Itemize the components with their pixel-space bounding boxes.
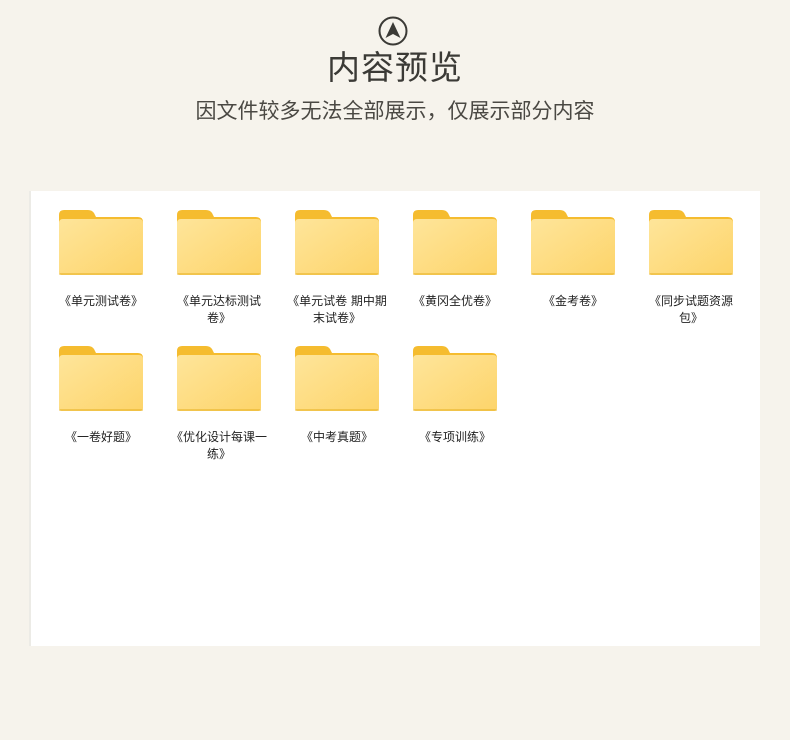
folder-icon[interactable] — [530, 209, 616, 277]
folder-label: 《金考卷》 — [542, 294, 603, 308]
folder-label: 《优化设计每课一练》 — [170, 430, 267, 461]
folder-icon[interactable] — [58, 345, 144, 413]
page-title: 内容预览 — [327, 48, 463, 87]
folder-item[interactable]: 《单元达标测试卷》 — [164, 209, 282, 345]
folder-label: 《单元测试卷》 — [58, 294, 143, 308]
folder-item[interactable]: 《金考卷》 — [518, 209, 636, 345]
folder-label: 《同步试题资源包》 — [648, 294, 733, 325]
folder-label: 《单元试卷 期中期末试卷》 — [287, 294, 387, 325]
up-arrow-circle-icon[interactable] — [378, 16, 408, 46]
folder-grid: 《单元测试卷》 《单元达标测试卷》 《单元试卷 期中期末试卷》 《黄冈全优卷》 … — [46, 209, 754, 481]
folder-item[interactable]: 《专项训练》 — [400, 345, 518, 481]
folder-label: 《单元达标测试卷》 — [176, 294, 261, 325]
folder-item[interactable]: 《黄冈全优卷》 — [400, 209, 518, 345]
folder-item[interactable]: 《中考真题》 — [282, 345, 400, 481]
folder-label: 《黄冈全优卷》 — [412, 294, 497, 308]
folder-icon[interactable] — [412, 345, 498, 413]
folder-item[interactable]: 《单元测试卷》 — [46, 209, 164, 345]
folder-icon[interactable] — [176, 345, 262, 413]
page-subtitle: 因文件较多无法全部展示，仅展示部分内容 — [195, 99, 595, 123]
folder-label: 《专项训练》 — [418, 430, 491, 444]
folder-item[interactable]: 《同步试题资源包》 — [636, 209, 754, 345]
folder-icon[interactable] — [294, 209, 380, 277]
folder-icon[interactable] — [176, 209, 262, 277]
folder-icon[interactable] — [648, 209, 734, 277]
folder-item[interactable]: 《单元试卷 期中期末试卷》 — [282, 209, 400, 345]
folder-item[interactable]: 《优化设计每课一练》 — [164, 345, 282, 481]
folder-label: 《一卷好题》 — [64, 430, 137, 444]
file-preview-panel: 《单元测试卷》 《单元达标测试卷》 《单元试卷 期中期末试卷》 《黄冈全优卷》 … — [31, 191, 760, 646]
folder-icon[interactable] — [58, 209, 144, 277]
folder-item[interactable]: 《一卷好题》 — [46, 345, 164, 481]
folder-icon[interactable] — [294, 345, 380, 413]
folder-label: 《中考真题》 — [300, 430, 373, 444]
folder-icon[interactable] — [412, 209, 498, 277]
